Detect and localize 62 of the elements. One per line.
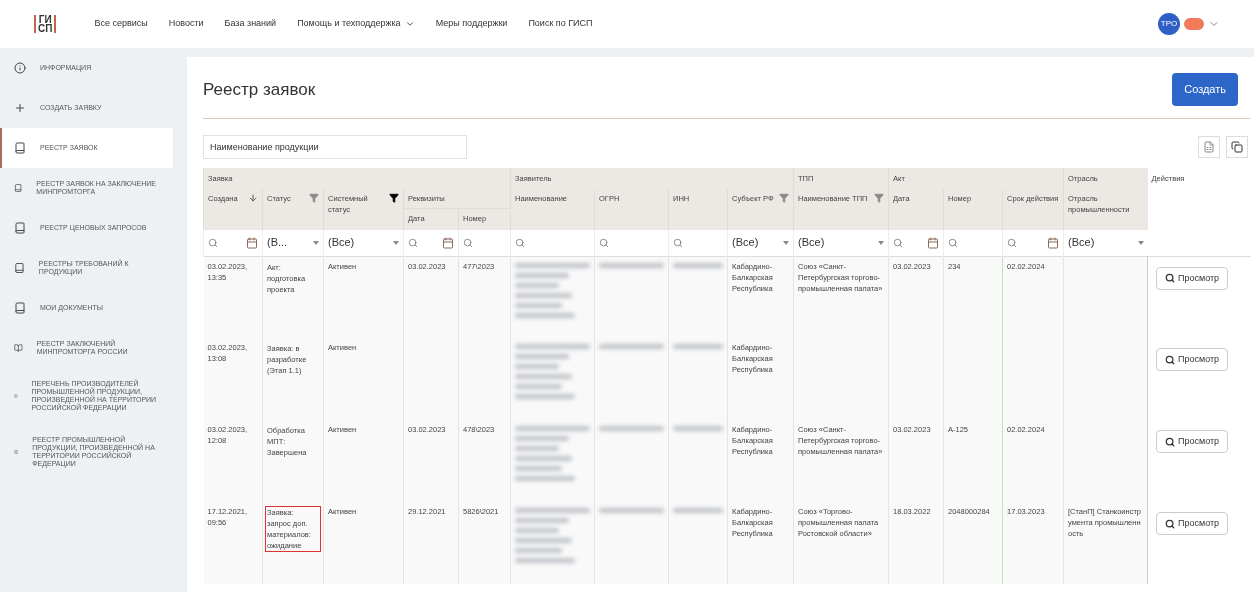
book-icon	[14, 302, 26, 314]
search-icon[interactable]	[408, 237, 418, 248]
create-button[interactable]: Создать	[1172, 73, 1238, 106]
nav-link[interactable]: Поиск по ГИСП	[528, 17, 593, 31]
book-icon	[14, 142, 26, 154]
filter-select[interactable]: (Все)	[794, 237, 888, 249]
blurred-text	[599, 508, 664, 513]
filter-icon[interactable]	[389, 192, 399, 203]
nav-link[interactable]: Меры поддержки	[435, 17, 508, 31]
search-icon[interactable]	[208, 237, 218, 248]
info-icon	[14, 62, 26, 74]
search-icon[interactable]	[599, 237, 609, 248]
calendar-icon[interactable]	[442, 236, 454, 249]
view-button[interactable]: Просмотр	[1156, 512, 1229, 535]
dropdown-caret-icon	[878, 240, 884, 245]
search-icon	[1165, 273, 1175, 283]
avatar[interactable]: ТРО	[1158, 13, 1180, 35]
blurred-text	[673, 508, 723, 513]
search-field[interactable]: Наименование продукции	[203, 134, 467, 159]
search-icon[interactable]	[948, 237, 958, 248]
book-icon	[14, 182, 23, 194]
nav-link[interactable]: Новости	[168, 17, 204, 31]
dropdown-caret-icon	[393, 240, 399, 245]
search-icon[interactable]	[673, 237, 683, 248]
blurred-text	[673, 426, 723, 431]
page-title: Реестр заявок	[203, 78, 316, 101]
search-icon	[1165, 436, 1175, 447]
search-icon	[1165, 518, 1175, 529]
view-button[interactable]: Просмотр	[1156, 266, 1229, 290]
logo[interactable]: ГИ СП	[34, 15, 57, 33]
dropdown-caret-icon	[313, 240, 319, 245]
sort-arrow-icon[interactable]	[248, 192, 258, 203]
calendar-icon[interactable]	[246, 236, 258, 249]
dropdown-caret-icon	[1137, 240, 1144, 245]
copy-icon[interactable]	[1226, 135, 1248, 158]
nav-link[interactable]: Помощь и техподдержка	[297, 17, 415, 31]
book-icon	[14, 222, 26, 234]
filter-select[interactable]: (Все)	[1064, 237, 1148, 249]
blurred-text	[673, 344, 723, 349]
book-icon	[14, 262, 25, 274]
status-pill-icon[interactable]	[1184, 18, 1204, 30]
search-icon	[1165, 354, 1175, 365]
search-icon[interactable]	[515, 237, 525, 248]
calendar-icon[interactable]	[1047, 236, 1059, 249]
search-icon[interactable]	[463, 237, 473, 248]
nav-link[interactable]: Все сервисы	[94, 17, 148, 31]
filter-select[interactable]: (Все)	[728, 237, 793, 249]
search-icon[interactable]	[893, 237, 903, 248]
blurred-text	[599, 426, 664, 431]
filter-select[interactable]: (В...	[263, 237, 323, 249]
search-icon[interactable]	[1007, 237, 1017, 248]
filter-select[interactable]: (Все)	[324, 237, 403, 249]
plus-icon	[14, 102, 26, 114]
blurred-text	[599, 344, 664, 349]
nav-link[interactable]: База знаний	[224, 17, 277, 31]
view-button[interactable]: Просмотр	[1156, 348, 1229, 371]
view-button[interactable]: Просмотр	[1156, 430, 1229, 453]
dropdown-caret-icon	[783, 240, 789, 245]
blurred-text	[673, 262, 723, 268]
spreadsheet-icon[interactable]	[1198, 135, 1220, 158]
blurred-text	[599, 262, 664, 268]
calendar-icon[interactable]	[927, 236, 939, 249]
